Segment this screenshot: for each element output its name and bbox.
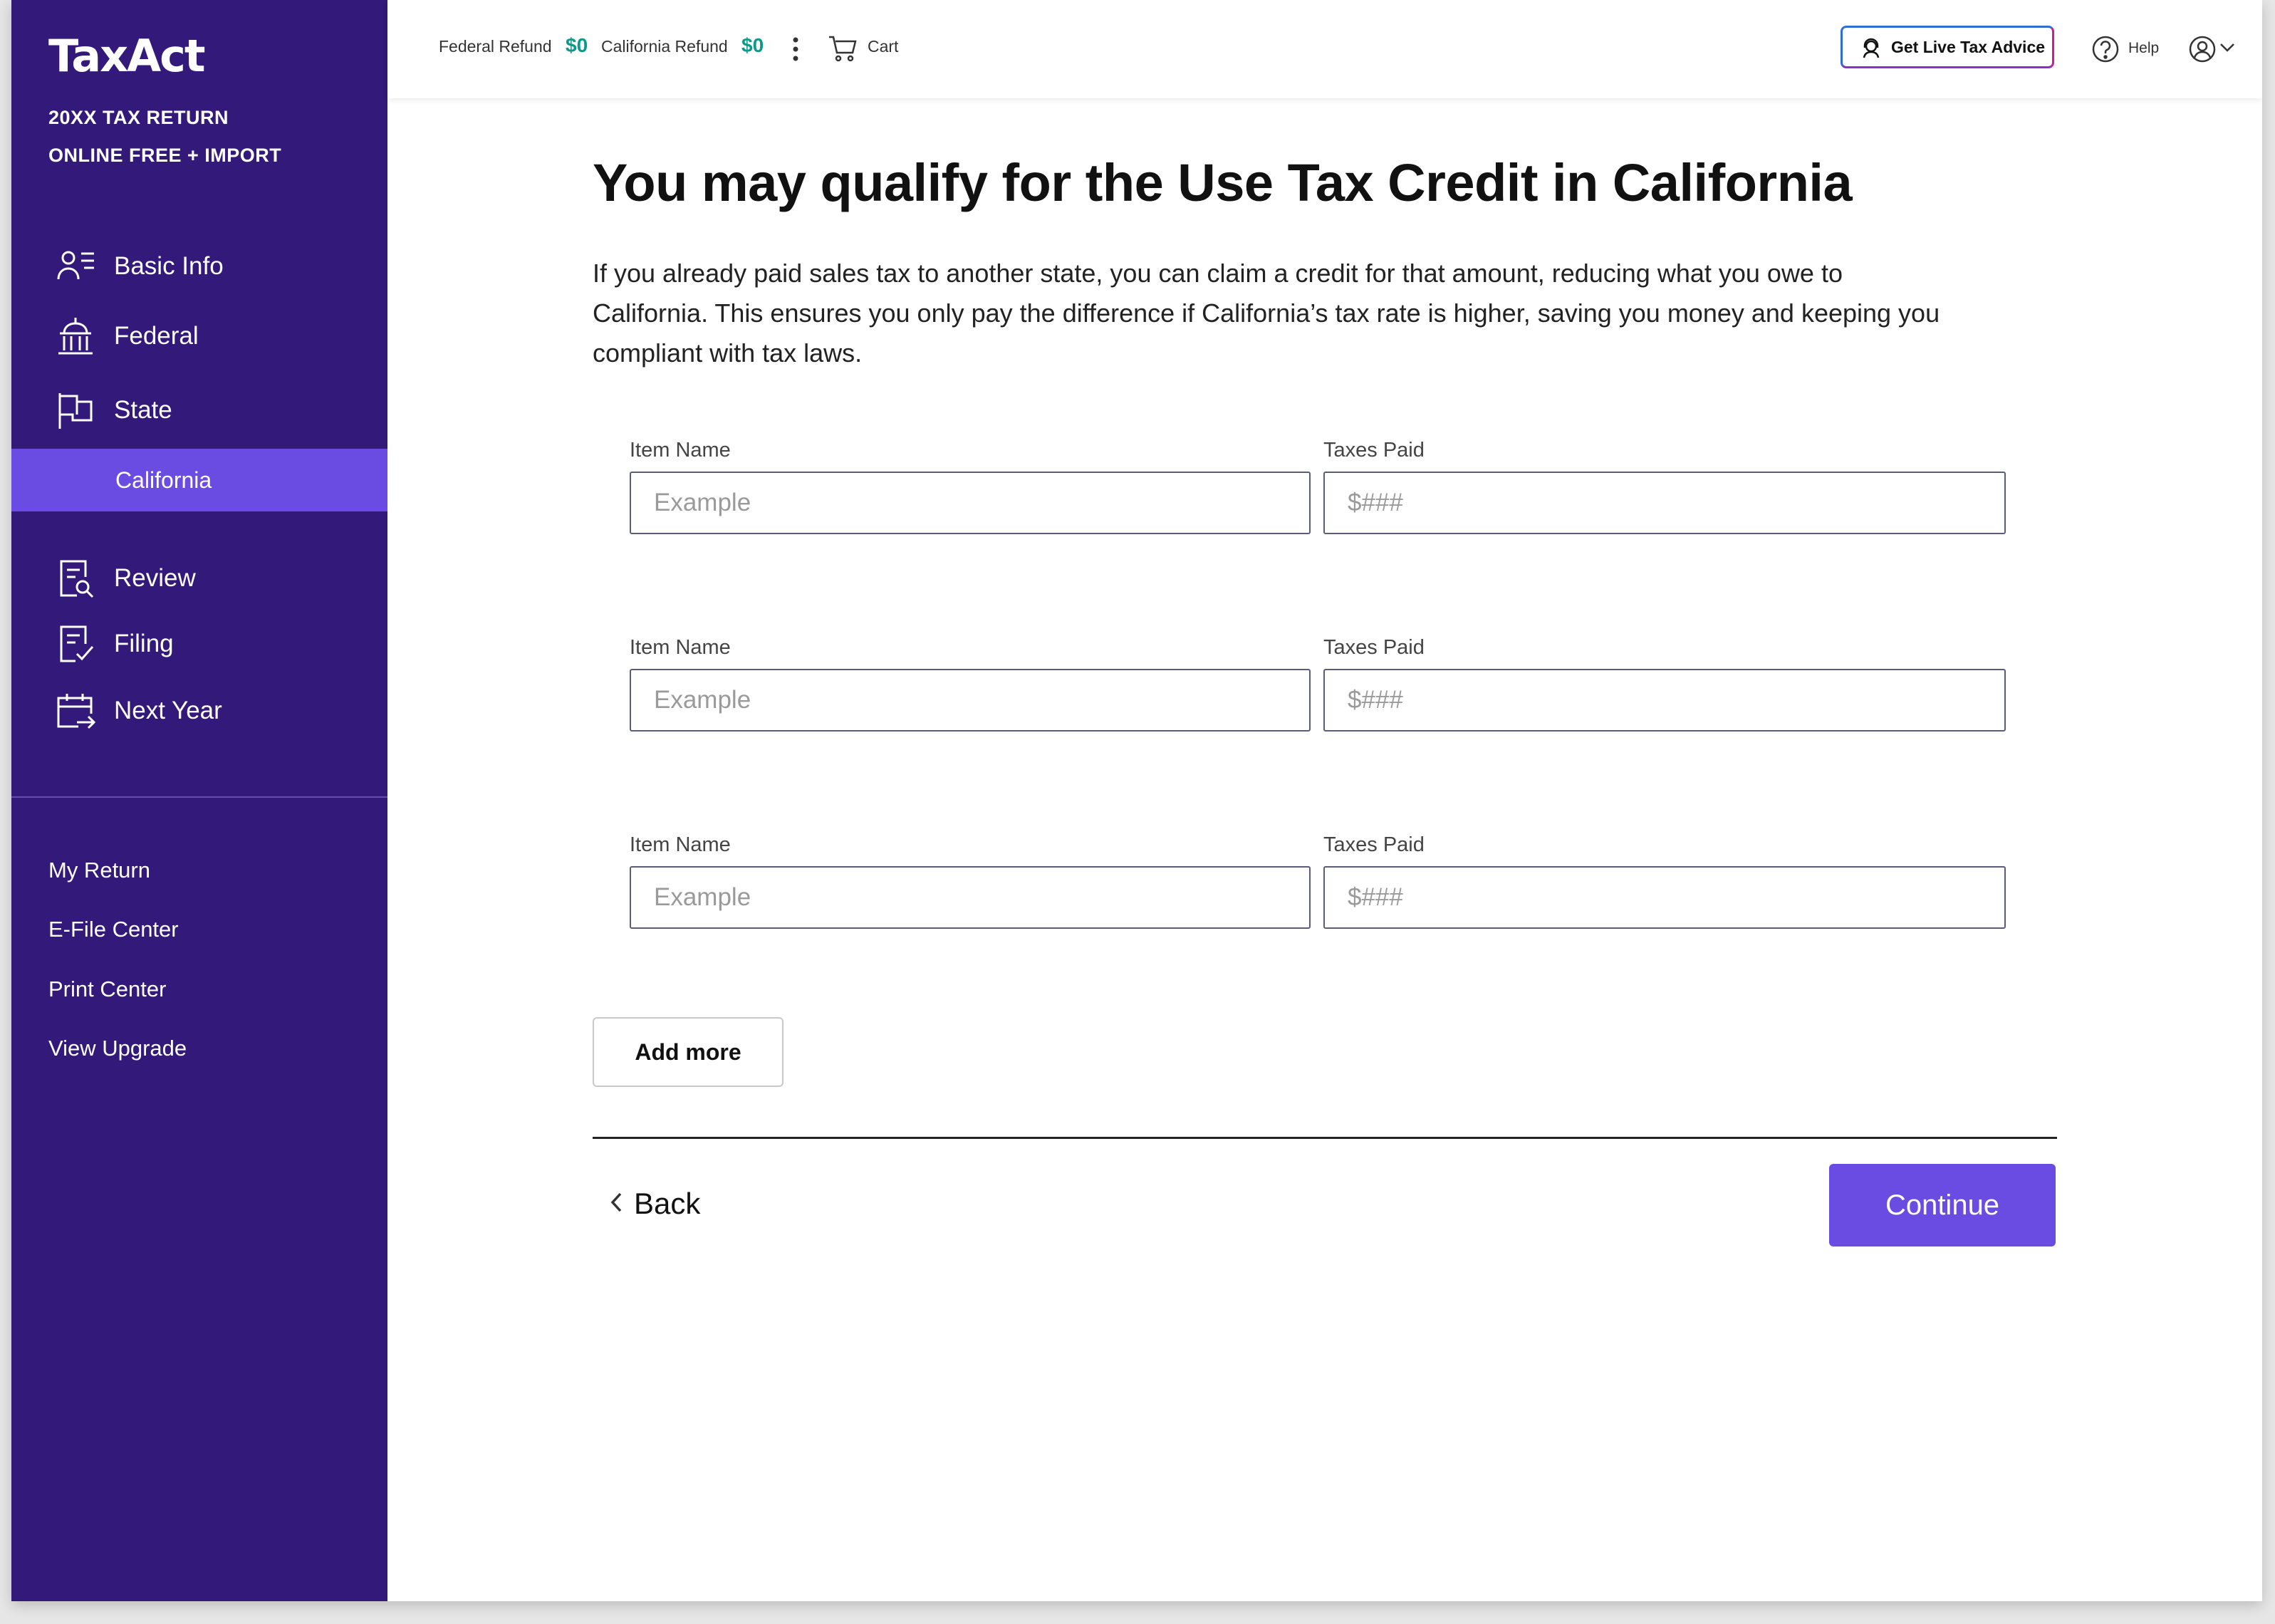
print-center-link[interactable]: Print Center xyxy=(48,977,166,1002)
sidebar-item-label: Filing xyxy=(114,630,174,657)
sidebar-item-review[interactable]: Review xyxy=(11,550,387,607)
taxes-paid-label: Taxes Paid xyxy=(1323,636,1425,659)
federal-refund-label: Federal Refund xyxy=(439,37,552,56)
capitol-building-icon xyxy=(56,316,95,356)
sidebar-item-state[interactable]: State xyxy=(11,382,387,439)
user-account-icon[interactable] xyxy=(2188,35,2217,67)
state-refund-label: California Refund xyxy=(601,37,728,56)
person-list-icon xyxy=(56,246,95,286)
help-label[interactable]: Help xyxy=(2128,40,2159,57)
item-name-input[interactable] xyxy=(630,472,1311,534)
add-more-button[interactable]: Add more xyxy=(593,1017,784,1087)
product-tier-label: ONLINE FREE + IMPORT xyxy=(48,145,282,166)
sidebar-item-federal[interactable]: Federal xyxy=(11,308,387,365)
sidebar-item-filing[interactable]: Filing xyxy=(11,615,387,672)
app-window: TaxAct 20XX TAX RETURN ONLINE FREE + IMP… xyxy=(11,0,2262,1601)
back-button[interactable]: Back xyxy=(610,1182,700,1225)
sidebar-item-label: State xyxy=(114,396,172,424)
taxact-logo[interactable]: TaxAct xyxy=(48,30,206,82)
document-search-icon xyxy=(56,558,95,598)
e-file-center-link[interactable]: E-File Center xyxy=(48,917,179,942)
document-check-icon xyxy=(56,624,95,664)
footer-divider xyxy=(593,1137,2057,1139)
taxes-paid-input[interactable] xyxy=(1323,472,2006,534)
sidebar-subitem-label: California xyxy=(115,467,212,493)
my-return-link[interactable]: My Return xyxy=(48,858,150,883)
item-name-input[interactable] xyxy=(630,669,1311,732)
get-live-tax-advice-label: Get Live Tax Advice xyxy=(1891,37,2046,56)
get-live-tax-advice-button[interactable]: Get Live Tax Advice xyxy=(1841,26,2054,68)
chevron-down-icon[interactable] xyxy=(2219,43,2235,56)
sidebar-item-label: Review xyxy=(114,564,196,592)
taxes-paid-input[interactable] xyxy=(1323,866,2006,929)
page-title: You may qualify for the Use Tax Credit i… xyxy=(593,153,1853,212)
flag-icon xyxy=(56,390,95,430)
taxes-paid-input[interactable] xyxy=(1323,669,2006,732)
calendar-arrow-icon xyxy=(56,691,95,731)
sidebar-item-label: Next Year xyxy=(114,697,222,724)
sidebar-divider xyxy=(11,796,387,798)
taxes-paid-label: Taxes Paid xyxy=(1323,439,1425,462)
more-vertical-icon[interactable] xyxy=(791,36,801,66)
taxes-paid-label: Taxes Paid xyxy=(1323,833,1425,856)
sidebar-item-label: Federal xyxy=(114,322,199,350)
page-description: If you already paid sales tax to another… xyxy=(593,259,1940,368)
item-name-label: Item Name xyxy=(630,439,731,462)
item-name-input[interactable] xyxy=(630,866,1311,929)
item-name-label: Item Name xyxy=(630,636,731,659)
sidebar-subitem-california[interactable]: California xyxy=(11,449,387,511)
help-icon[interactable] xyxy=(2091,35,2120,67)
sidebar-item-basic-info[interactable]: Basic Info xyxy=(11,238,387,295)
chevron-left-icon xyxy=(610,1192,623,1217)
sidebar-item-next-year[interactable]: Next Year xyxy=(11,682,387,739)
cart-icon[interactable] xyxy=(828,34,858,66)
continue-button[interactable]: Continue xyxy=(1829,1164,2056,1246)
sidebar: TaxAct 20XX TAX RETURN ONLINE FREE + IMP… xyxy=(11,0,387,1601)
federal-refund-amount: $0 xyxy=(566,34,588,56)
item-name-label: Item Name xyxy=(630,833,731,856)
return-year-label: 20XX TAX RETURN xyxy=(48,107,229,128)
sidebar-item-label: Basic Info xyxy=(114,252,224,280)
top-bar: Federal Refund $0 California Refund $0 C… xyxy=(387,0,2262,98)
headset-agent-icon xyxy=(1861,38,1881,63)
back-label: Back xyxy=(634,1187,701,1220)
view-upgrade-link[interactable]: View Upgrade xyxy=(48,1036,187,1061)
state-refund-amount: $0 xyxy=(741,34,764,56)
cart-label[interactable]: Cart xyxy=(868,37,898,56)
